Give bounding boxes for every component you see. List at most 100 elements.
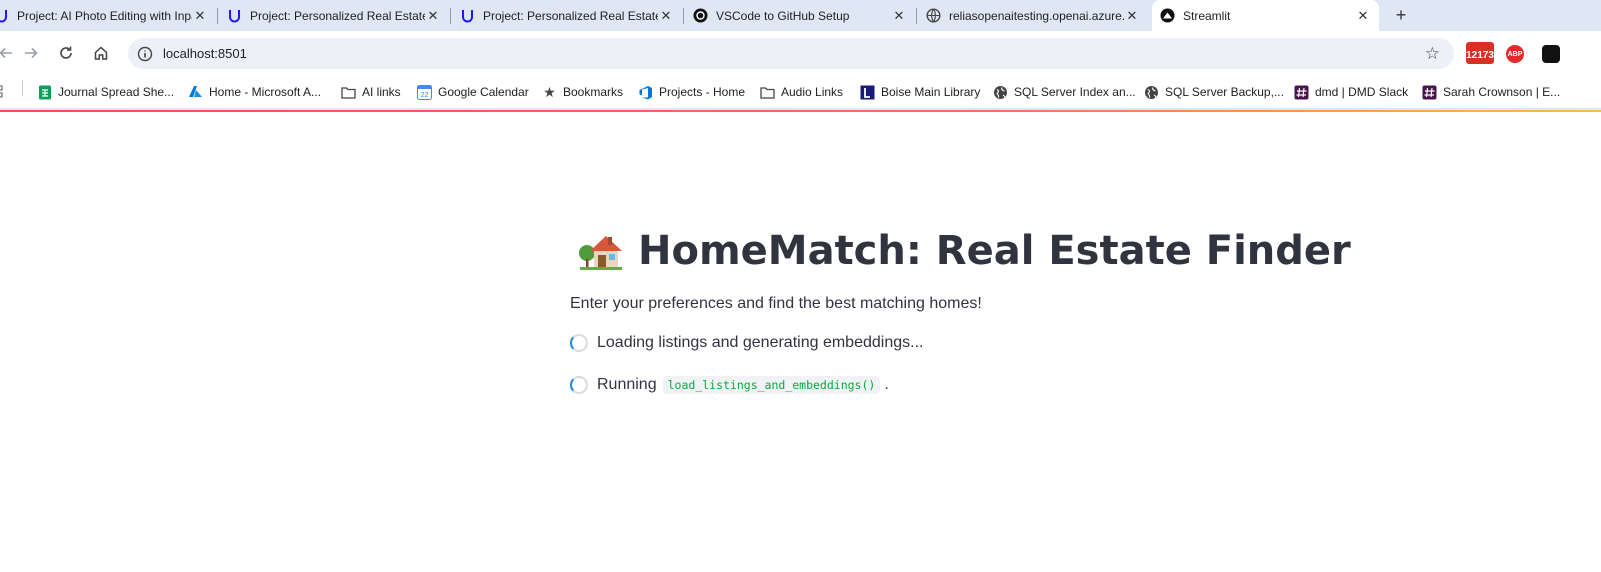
- site-info-icon[interactable]: [136, 45, 153, 62]
- reload-button[interactable]: [54, 41, 78, 65]
- bookmark-sarah-crownson[interactable]: Sarah Crownson | E...: [1422, 82, 1560, 102]
- adblock-icon[interactable]: ABP: [1506, 45, 1524, 63]
- loading-spinner-icon: [570, 376, 588, 394]
- bookmark-label: SQL Server Index an...: [1014, 85, 1136, 99]
- status-running-prefix: Running: [597, 376, 657, 393]
- tab-personalized-real-estate-1[interactable]: Project: Personalized Real Estate Agent …: [227, 0, 441, 31]
- tab-strip: Project: AI Photo Editing with Inpaintin…: [0, 0, 1601, 31]
- forward-arrow-icon: [25, 47, 38, 59]
- forward-button[interactable]: [19, 41, 43, 65]
- tab-ai-photo-editing[interactable]: Project: AI Photo Editing with Inpaintin…: [0, 0, 214, 31]
- bookmark-label: dmd | DMD Slack: [1315, 85, 1409, 99]
- slack-icon: [1422, 85, 1437, 100]
- bookmark-label: Boise Main Library: [881, 85, 981, 99]
- udacity-icon: [460, 8, 475, 23]
- browser-toolbar: localhost:8501 ☆ 12173 ABP: [0, 31, 1601, 76]
- tab-title: VSCode to GitHub Setup: [716, 8, 850, 23]
- tab-title: reliasopenaitesting.openai.azure.com: [949, 8, 1124, 23]
- house-with-garden-icon: [579, 236, 622, 270]
- sheets-icon: [37, 85, 52, 100]
- extension-badge-icon[interactable]: 12173: [1466, 42, 1494, 64]
- azure-icon: [188, 85, 203, 100]
- bookmark-label: Journal Spread She...: [58, 85, 175, 99]
- loading-spinner-icon: [570, 334, 588, 352]
- bookmark-label: Audio Links: [781, 85, 844, 99]
- back-arrow-icon: [0, 47, 12, 59]
- bookmark-sql-index[interactable]: SQL Server Index an...: [993, 82, 1136, 102]
- tab-streamlit[interactable]: Streamlit ✕: [1152, 0, 1379, 31]
- page-title-text: HomeMatch: Real Estate Finder: [638, 228, 1351, 274]
- extension-badge-count: 12173: [1466, 50, 1494, 61]
- address-bar[interactable]: localhost:8501 ☆: [128, 38, 1454, 69]
- apps-grid-icon[interactable]: [0, 82, 6, 102]
- tab-close-icon[interactable]: ✕: [891, 8, 907, 24]
- globe-icon: [993, 85, 1008, 100]
- bookmark-boise-library[interactable]: Boise Main Library: [860, 82, 980, 102]
- tab-personalized-real-estate-2[interactable]: Project: Personalized Real Estate Agent …: [460, 0, 674, 31]
- library-icon: [860, 85, 875, 100]
- bookmark-separator: [22, 80, 23, 96]
- bookmark-label: Bookmarks: [563, 85, 624, 99]
- bookmark-dmd-slack[interactable]: dmd | DMD Slack: [1294, 82, 1408, 102]
- url-text[interactable]: localhost:8501: [163, 46, 247, 61]
- tab-title: Streamlit: [1183, 8, 1231, 23]
- status-loading-text: Loading listings and generating embeddin…: [597, 334, 924, 351]
- status-loading: Loading listings and generating embeddin…: [570, 334, 923, 352]
- back-button[interactable]: [0, 41, 18, 65]
- bookmark-google-calendar[interactable]: 22 Google Calendar: [417, 82, 529, 102]
- openai-icon: [693, 8, 708, 23]
- tab-title: Project: Personalized Real Estate Agent: [483, 8, 658, 23]
- globe-icon: [926, 8, 941, 23]
- tab-separator: [683, 8, 684, 24]
- tab-close-icon[interactable]: ✕: [1124, 8, 1140, 24]
- bookmark-sql-backup[interactable]: SQL Server Backup,...: [1144, 82, 1284, 102]
- bookmark-microsoft-azure[interactable]: Home - Microsoft A...: [188, 82, 321, 102]
- bookmark-label: SQL Server Backup,...: [1165, 85, 1284, 99]
- tab-close-icon[interactable]: ✕: [192, 8, 208, 24]
- bookmark-bookmarks[interactable]: ★ Bookmarks: [542, 82, 623, 102]
- bookmarks-bar: Journal Spread She... Home - Microsoft A…: [0, 76, 1601, 108]
- status-running: Running load_listings_and_embeddings() .: [570, 376, 889, 394]
- tab-close-icon[interactable]: ✕: [658, 8, 674, 24]
- bookmark-star-icon[interactable]: ☆: [1425, 44, 1440, 64]
- star-icon: ★: [543, 83, 556, 100]
- tab-close-icon[interactable]: ✕: [1355, 8, 1371, 24]
- udacity-icon: [227, 8, 242, 23]
- calendar-icon: 22: [417, 84, 432, 100]
- tab-separator: [916, 8, 917, 24]
- tab-close-icon[interactable]: ✕: [425, 8, 441, 24]
- udacity-icon: [0, 8, 9, 23]
- tab-title: Project: AI Photo Editing with Inpaintin…: [17, 8, 192, 23]
- bookmark-audio-links[interactable]: Audio Links: [760, 82, 843, 102]
- bookmark-projects-home[interactable]: Projects - Home: [638, 82, 745, 102]
- profile-extension-icon[interactable]: [1542, 45, 1560, 63]
- bookmark-label: Sarah Crownson | E...: [1443, 85, 1561, 99]
- tab-separator: [450, 8, 451, 24]
- bookmark-ai-links[interactable]: AI links: [341, 82, 401, 102]
- tab-vscode-github[interactable]: VSCode to GitHub Setup ✕: [693, 0, 907, 31]
- new-tab-button[interactable]: +: [1390, 4, 1412, 26]
- globe-icon: [1144, 85, 1159, 100]
- slack-icon: [1294, 85, 1309, 100]
- bookmark-journal-spread[interactable]: Journal Spread She...: [37, 82, 174, 102]
- tab-separator: [217, 8, 218, 24]
- page-title: HomeMatch: Real Estate Finder: [578, 228, 1351, 274]
- status-running-suffix: .: [884, 376, 889, 393]
- page-subtitle: Enter your preferences and find the best…: [570, 295, 982, 312]
- bookmark-label: Home - Microsoft A...: [209, 85, 322, 99]
- bookmark-label: Projects - Home: [659, 85, 746, 99]
- status-running-code: load_listings_and_embeddings(): [662, 376, 881, 394]
- bookmark-label: Google Calendar: [438, 85, 529, 99]
- svg-text:22: 22: [421, 92, 429, 99]
- tab-azure-openai[interactable]: reliasopenaitesting.openai.azure.com ✕: [926, 0, 1140, 31]
- bookmark-label: AI links: [362, 85, 401, 99]
- tab-title: Project: Personalized Real Estate Agent: [250, 8, 425, 23]
- home-icon: [94, 46, 108, 60]
- folder-icon: [341, 85, 356, 100]
- folder-icon: [760, 85, 775, 100]
- streamlit-icon: [1160, 8, 1175, 23]
- reload-icon: [60, 46, 72, 59]
- adblock-label: ABP: [1507, 50, 1523, 58]
- home-button[interactable]: [89, 41, 113, 65]
- azure-devops-icon: [638, 85, 653, 100]
